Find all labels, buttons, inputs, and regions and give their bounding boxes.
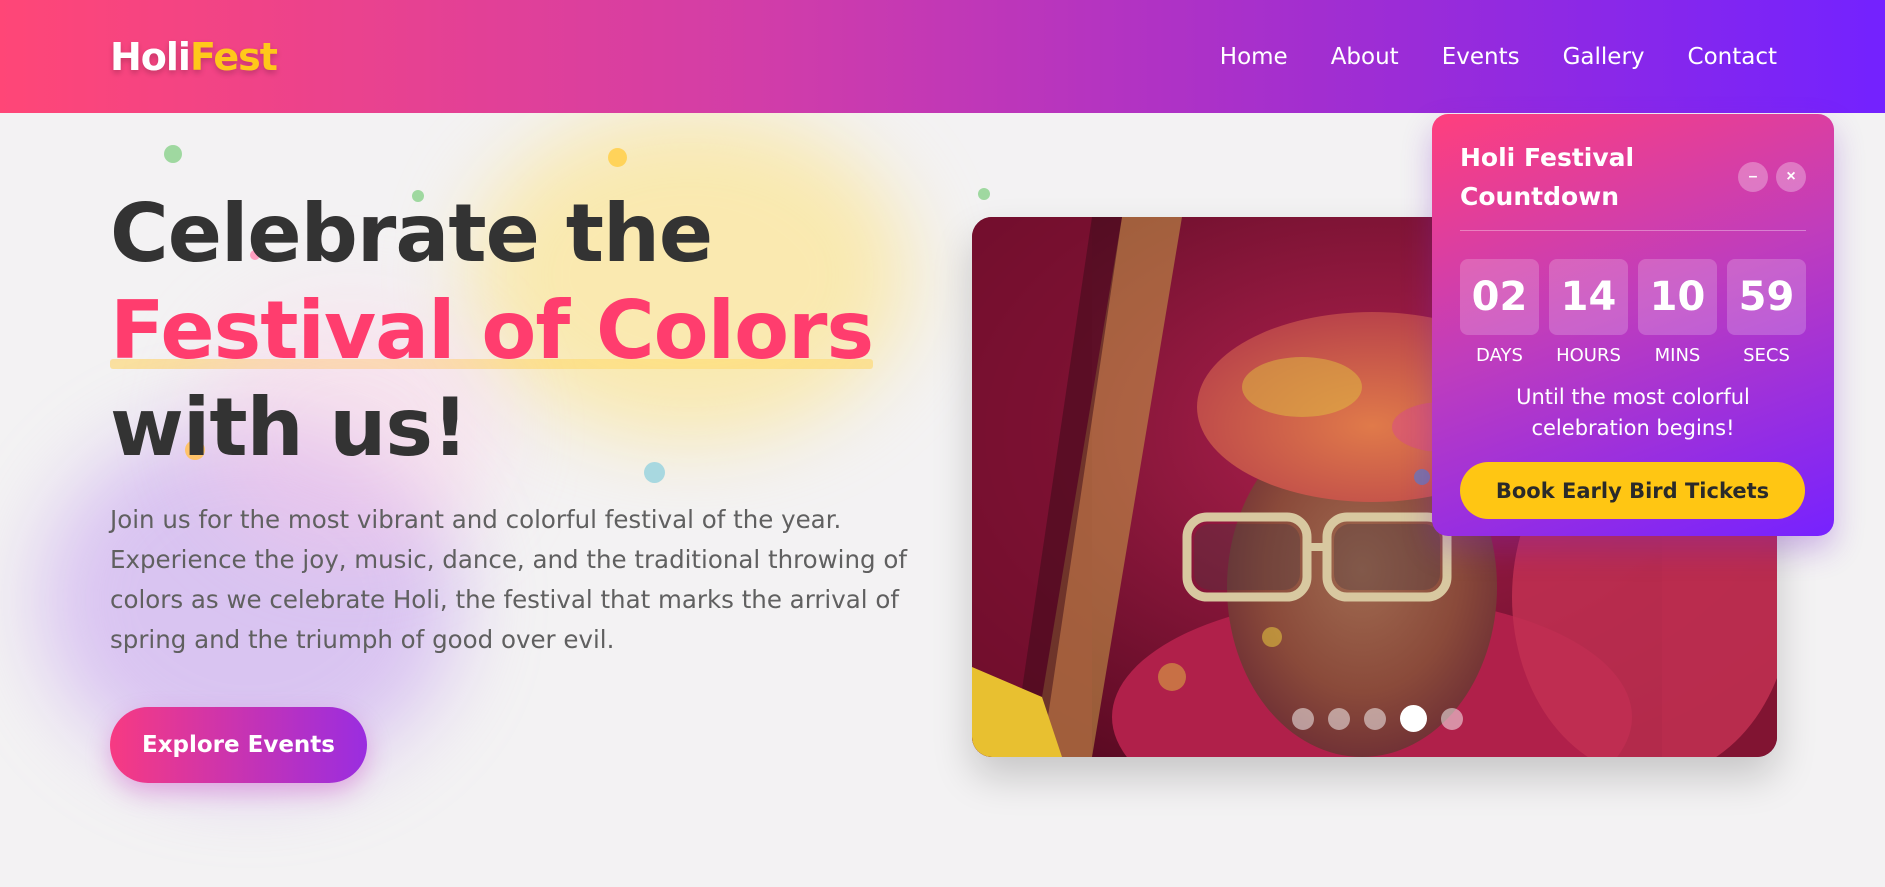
countdown-title: Holi Festival Countdown bbox=[1460, 143, 1635, 211]
countdown-timer: 02 DAYS 14 HOURS 10 MINS 59 SECS bbox=[1460, 259, 1806, 366]
countdown-hours: 14 HOURS bbox=[1549, 259, 1628, 366]
minus-icon[interactable]: – bbox=[1738, 162, 1768, 192]
countdown-days: 02 DAYS bbox=[1460, 259, 1539, 366]
slider-dot-1[interactable] bbox=[1292, 707, 1314, 730]
logo-text-holi: Holi bbox=[110, 34, 191, 79]
mins-label: MINS bbox=[1654, 345, 1701, 366]
nav-events[interactable]: Events bbox=[1442, 44, 1520, 70]
site-logo[interactable]: HoliFest bbox=[110, 34, 278, 79]
book-tickets-button[interactable]: Book Early Bird Tickets bbox=[1460, 462, 1805, 519]
hours-value: 14 bbox=[1549, 259, 1628, 335]
countdown-subtitle: Until the most colorful celebration begi… bbox=[1516, 385, 1750, 440]
secs-value: 59 bbox=[1727, 259, 1806, 335]
logo-text-fest: Fest bbox=[189, 34, 278, 79]
site-header: HoliFest Home About Events Gallery Conta… bbox=[0, 0, 1885, 113]
nav-contact[interactable]: Contact bbox=[1688, 44, 1777, 70]
nav-gallery[interactable]: Gallery bbox=[1563, 44, 1645, 70]
explore-events-button[interactable]: Explore Events bbox=[110, 707, 367, 783]
days-value: 02 bbox=[1460, 259, 1539, 335]
nav-home[interactable]: Home bbox=[1220, 44, 1288, 70]
slider-dot-4-active[interactable] bbox=[1400, 705, 1427, 732]
confetti-dot bbox=[608, 148, 627, 167]
slider-dot-5[interactable] bbox=[1441, 707, 1463, 730]
hero-description: Join us for the most vibrant and colorfu… bbox=[110, 505, 907, 654]
countdown-secs: 59 SECS bbox=[1727, 259, 1806, 366]
close-icon[interactable]: × bbox=[1776, 162, 1806, 192]
countdown-controls: – × bbox=[1738, 162, 1806, 192]
hero-title: Celebrate the Festival of Colors with us… bbox=[110, 185, 910, 476]
countdown-widget: Holi Festival Countdown – × 02 DAYS 14 H… bbox=[1432, 114, 1834, 536]
days-label: DAYS bbox=[1476, 345, 1523, 366]
countdown-mins: 10 MINS bbox=[1638, 259, 1717, 366]
secs-label: SECS bbox=[1743, 345, 1790, 366]
nav-about[interactable]: About bbox=[1331, 44, 1399, 70]
main-nav: Home About Events Gallery Contact bbox=[1220, 44, 1777, 70]
mins-value: 10 bbox=[1638, 259, 1717, 335]
slider-dot-3[interactable] bbox=[1364, 707, 1386, 730]
hero-title-accent: Festival of Colors bbox=[110, 284, 874, 377]
countdown-header: Holi Festival Countdown – × bbox=[1460, 138, 1806, 231]
slider-dot-2[interactable] bbox=[1328, 707, 1350, 730]
hero-title-line3: with us! bbox=[110, 381, 468, 474]
confetti-dot bbox=[978, 188, 990, 200]
confetti-dot bbox=[164, 145, 182, 163]
hero-title-line1: Celebrate the bbox=[110, 187, 713, 280]
slider-dots bbox=[1292, 705, 1463, 732]
hours-label: HOURS bbox=[1556, 345, 1621, 366]
